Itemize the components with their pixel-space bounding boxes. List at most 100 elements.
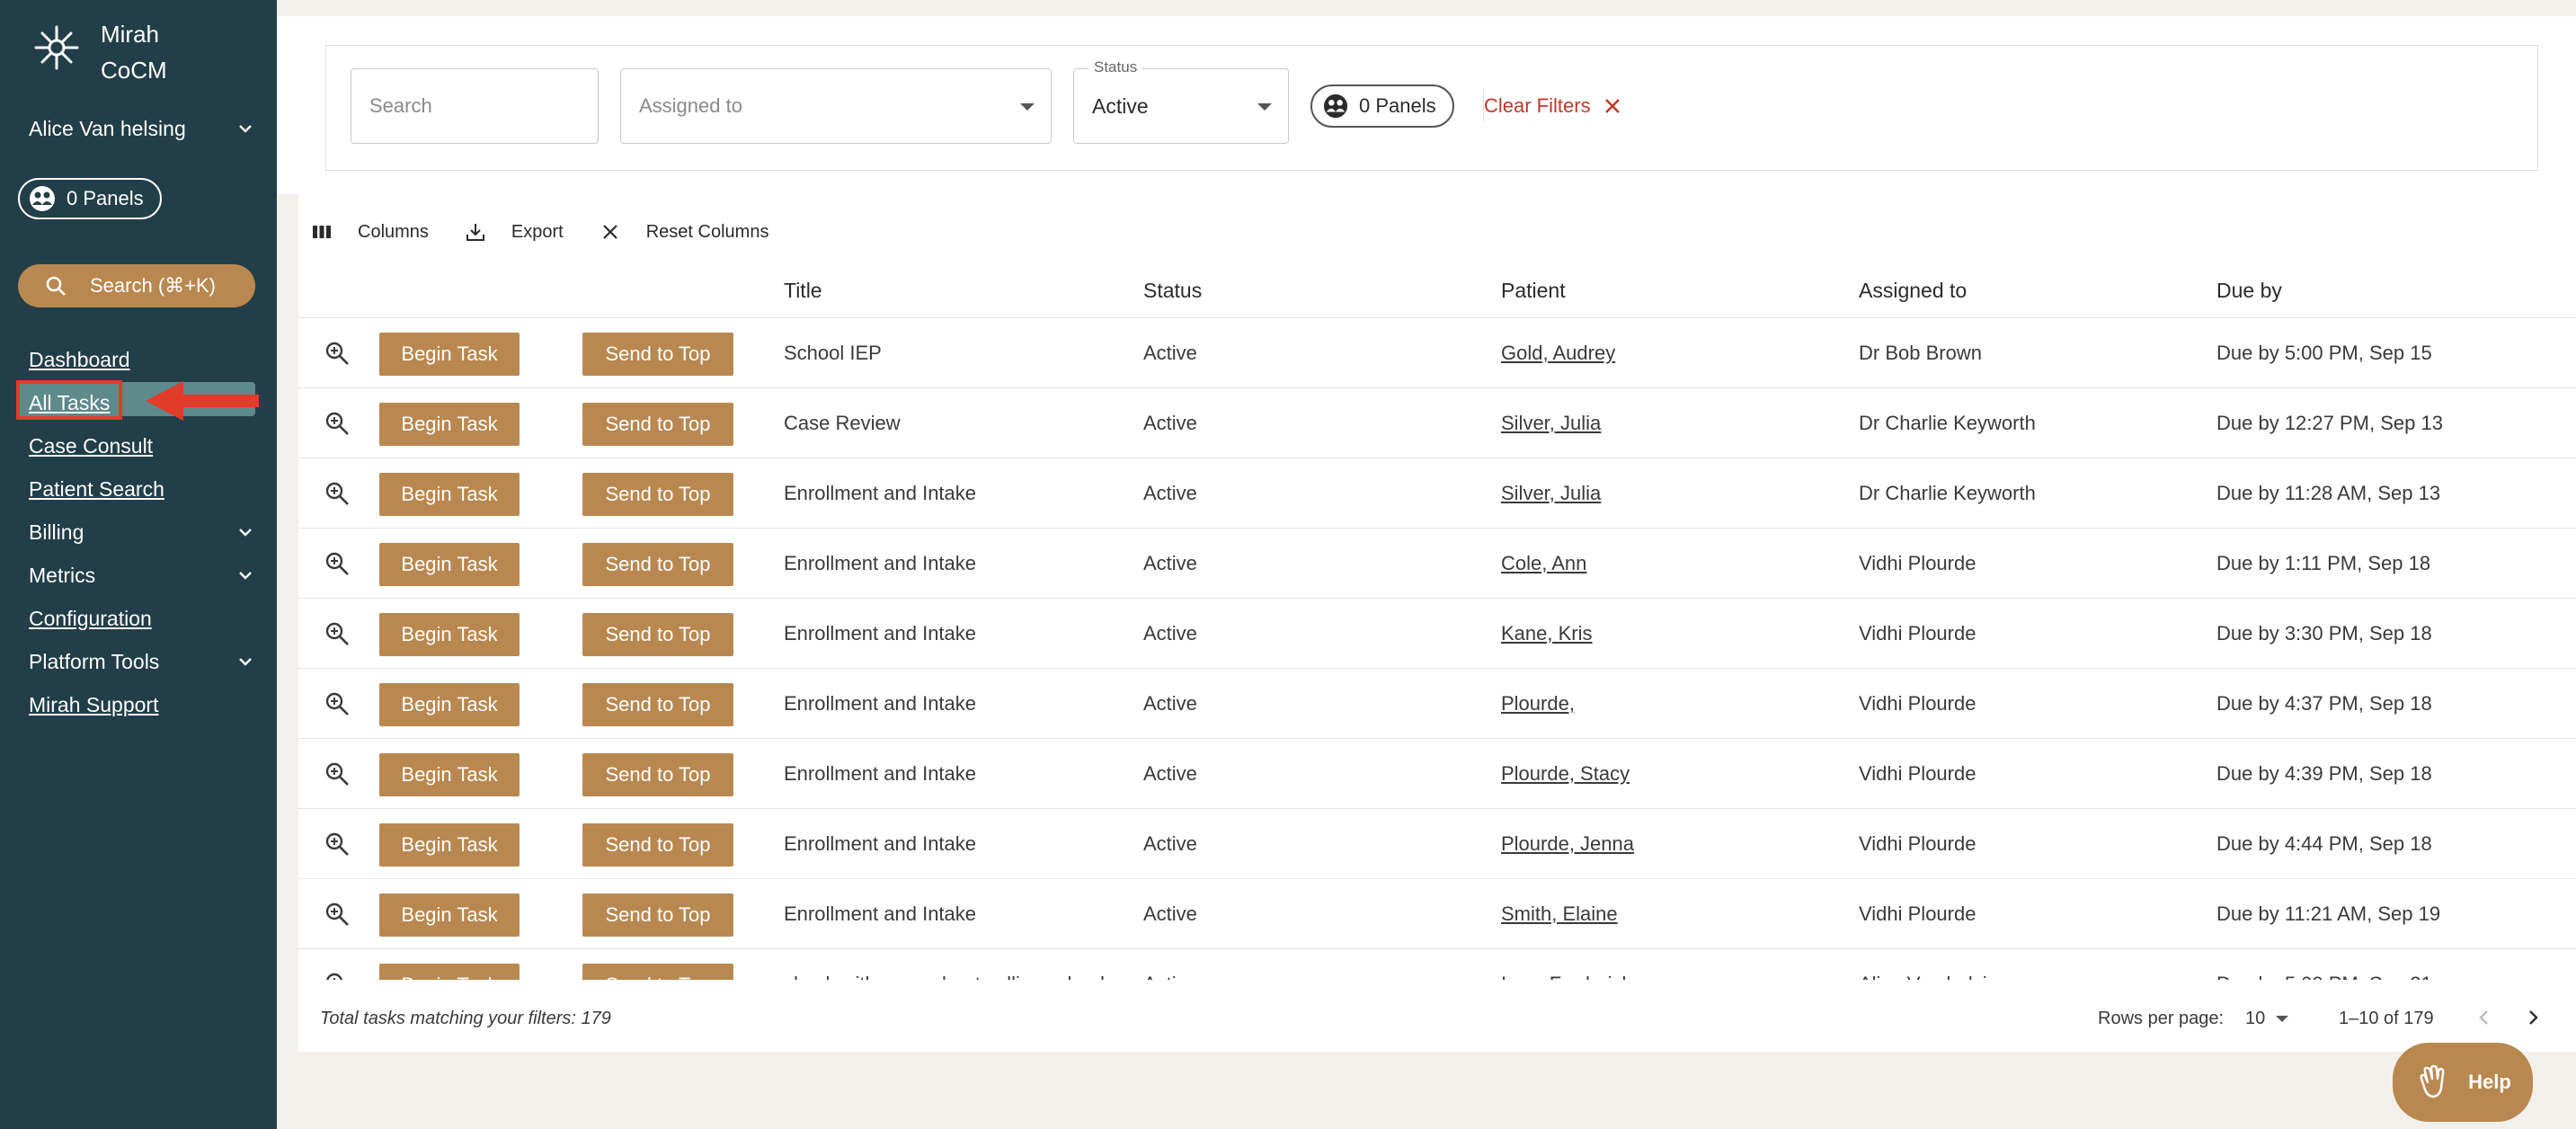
- panels-chip-filter[interactable]: 0 Panels: [1310, 84, 1454, 128]
- sidebar-item-billing[interactable]: Billing: [29, 511, 253, 554]
- table-row: Begin Task Send to Top Enrollment and Inta…: [298, 739, 2576, 809]
- annotation-highlight-box: [16, 380, 122, 420]
- send-to-top-button[interactable]: Send to Top: [582, 403, 733, 446]
- panels-count: 0 Panels: [67, 187, 144, 209]
- begin-task-button[interactable]: Begin Task: [379, 333, 520, 376]
- panels-icon: [30, 186, 55, 211]
- begin-task-button[interactable]: Begin Task: [379, 613, 520, 656]
- column-header-status[interactable]: Status: [1143, 279, 1202, 303]
- cell-patient-link[interactable]: Plourde,: [1501, 692, 1575, 716]
- cell-title: Case Review: [784, 412, 901, 434]
- previous-page-icon[interactable]: [2474, 1007, 2495, 1028]
- begin-task-button[interactable]: Begin Task: [379, 964, 520, 980]
- cell-patient-link[interactable]: Silver, Julia: [1501, 482, 1601, 505]
- zoom-in-icon[interactable]: [324, 690, 351, 717]
- column-header-title[interactable]: Title: [784, 279, 822, 303]
- reset-columns-button[interactable]: Reset Columns: [600, 221, 768, 243]
- cell-title: Enrollment and Intake: [784, 902, 977, 925]
- zoom-in-icon[interactable]: [324, 480, 351, 507]
- status-value: Active: [1092, 93, 1149, 118]
- total-count: Total tasks matching your filters: 179: [320, 1009, 611, 1028]
- begin-task-button[interactable]: Begin Task: [379, 893, 520, 937]
- begin-task-button[interactable]: Begin Task: [379, 823, 520, 867]
- status-select[interactable]: Status Active: [1073, 58, 1289, 144]
- chevron-down-icon: [239, 529, 252, 537]
- zoom-in-icon[interactable]: [324, 550, 351, 577]
- table-row: Begin Task Send to Top Case Review Active Si…: [298, 388, 2576, 458]
- zoom-in-icon[interactable]: [324, 901, 351, 928]
- brand[interactable]: Mirah CoCM: [32, 16, 167, 88]
- sidebar-item-dashboard[interactable]: Dashboard: [29, 338, 253, 381]
- sidebar-item-mirah-support[interactable]: Mirah Support: [29, 683, 253, 726]
- sidebar-item-patient-search[interactable]: Patient Search: [29, 467, 253, 511]
- cell-patient-link[interactable]: Plourde, Jenna: [1501, 832, 1634, 856]
- cell-patient-link[interactable]: Plourde, Stacy: [1501, 762, 1630, 786]
- cell-patient-link[interactable]: Smith, Elaine: [1501, 902, 1618, 926]
- brand-name: Mirah: [101, 21, 160, 48]
- wave-hand-icon: [2420, 1064, 2445, 1098]
- begin-task-button[interactable]: Begin Task: [379, 683, 520, 726]
- send-to-top-button[interactable]: Send to Top: [582, 753, 733, 796]
- zoom-in-icon[interactable]: [324, 410, 351, 437]
- annotation-arrow-icon: [146, 381, 259, 421]
- cell-due-by: Due by 4:39 PM, Sep 18: [2216, 762, 2432, 785]
- zoom-in-icon[interactable]: [324, 340, 351, 367]
- send-to-top-button[interactable]: Send to Top: [582, 473, 733, 516]
- cell-title: Enrollment and Intake: [784, 692, 977, 715]
- columns-button[interactable]: Columns: [311, 221, 429, 243]
- dropdown-arrow-icon: [1020, 103, 1035, 111]
- cell-due-by: Due by 4:44 PM, Sep 18: [2216, 832, 2432, 855]
- table-toolbar: Columns Export Reset Columns: [311, 212, 804, 252]
- cell-patient-link[interactable]: Silver, Julia: [1501, 412, 1601, 435]
- begin-task-button[interactable]: Begin Task: [379, 403, 520, 446]
- cell-patient-link[interactable]: Cole, Ann: [1501, 552, 1586, 575]
- help-label: Help: [2468, 1071, 2511, 1093]
- sidebar-search-label: Search (⌘+K): [90, 274, 216, 297]
- begin-task-button[interactable]: Begin Task: [379, 473, 520, 516]
- cell-title: Enrollment and Intake: [784, 622, 977, 645]
- sidebar-item-configuration[interactable]: Configuration: [29, 597, 253, 640]
- begin-task-button[interactable]: Begin Task: [379, 753, 520, 796]
- help-button[interactable]: Help: [2393, 1043, 2533, 1122]
- send-to-top-button[interactable]: Send to Top: [582, 683, 733, 726]
- column-header-patient[interactable]: Patient: [1501, 279, 1566, 303]
- search-placeholder: Search: [369, 94, 432, 117]
- send-to-top-button[interactable]: Send to Top: [582, 823, 733, 867]
- user-select[interactable]: Alice Van helsing: [29, 110, 253, 147]
- zoom-in-icon[interactable]: [324, 831, 351, 858]
- send-to-top-button[interactable]: Send to Top: [582, 893, 733, 937]
- zoom-in-icon[interactable]: [324, 760, 351, 787]
- cell-patient-link[interactable]: Gold, Audrey: [1501, 342, 1615, 365]
- send-to-top-button[interactable]: Send to Top: [582, 613, 733, 656]
- panels-chip-sidebar[interactable]: 0 Panels: [18, 178, 162, 219]
- column-header-assigned-to[interactable]: Assigned to: [1859, 279, 1967, 303]
- cell-assigned-to: Vidhi Plourde: [1859, 902, 1976, 925]
- brand-product: CoCM: [101, 57, 167, 84]
- zoom-in-icon[interactable]: [324, 971, 351, 980]
- cell-patient-link[interactable]: Ison, Frederick: [1501, 973, 1632, 980]
- sidebar-item-case-consult[interactable]: Case Consult: [29, 424, 253, 467]
- cell-patient-link[interactable]: Kane, Kris: [1501, 622, 1593, 645]
- send-to-top-button[interactable]: Send to Top: [582, 543, 733, 586]
- rows-per-page-label: Rows per page:: [2098, 1009, 2225, 1028]
- sidebar-item-platform-tools[interactable]: Platform Tools: [29, 640, 253, 683]
- column-header-due-by[interactable]: Due by: [2216, 279, 2282, 303]
- next-page-icon[interactable]: [2522, 1007, 2544, 1028]
- export-button[interactable]: Export: [465, 221, 564, 243]
- cell-title: School IEP: [784, 342, 882, 364]
- begin-task-button[interactable]: Begin Task: [379, 543, 520, 586]
- cell-status: Active: [1143, 622, 1197, 645]
- search-input[interactable]: Search: [351, 68, 599, 144]
- sidebar-search-button[interactable]: Search (⌘+K): [18, 264, 255, 307]
- tasks-table: Columns Export Reset Columns Title Statu…: [298, 194, 2576, 1052]
- rows-per-page-select[interactable]: 10: [2245, 1009, 2289, 1029]
- sidebar-item-metrics[interactable]: Metrics: [29, 554, 253, 597]
- cell-status: Active: [1143, 342, 1197, 364]
- send-to-top-button[interactable]: Send to Top: [582, 964, 733, 980]
- clear-filters-button[interactable]: Clear Filters: [1483, 90, 1621, 122]
- send-to-top-button[interactable]: Send to Top: [582, 333, 733, 376]
- cell-assigned-to: Vidhi Plourde: [1859, 762, 1976, 785]
- assigned-to-select[interactable]: Assigned to: [620, 68, 1052, 144]
- cell-status: Active: [1143, 692, 1197, 715]
- zoom-in-icon[interactable]: [324, 620, 351, 647]
